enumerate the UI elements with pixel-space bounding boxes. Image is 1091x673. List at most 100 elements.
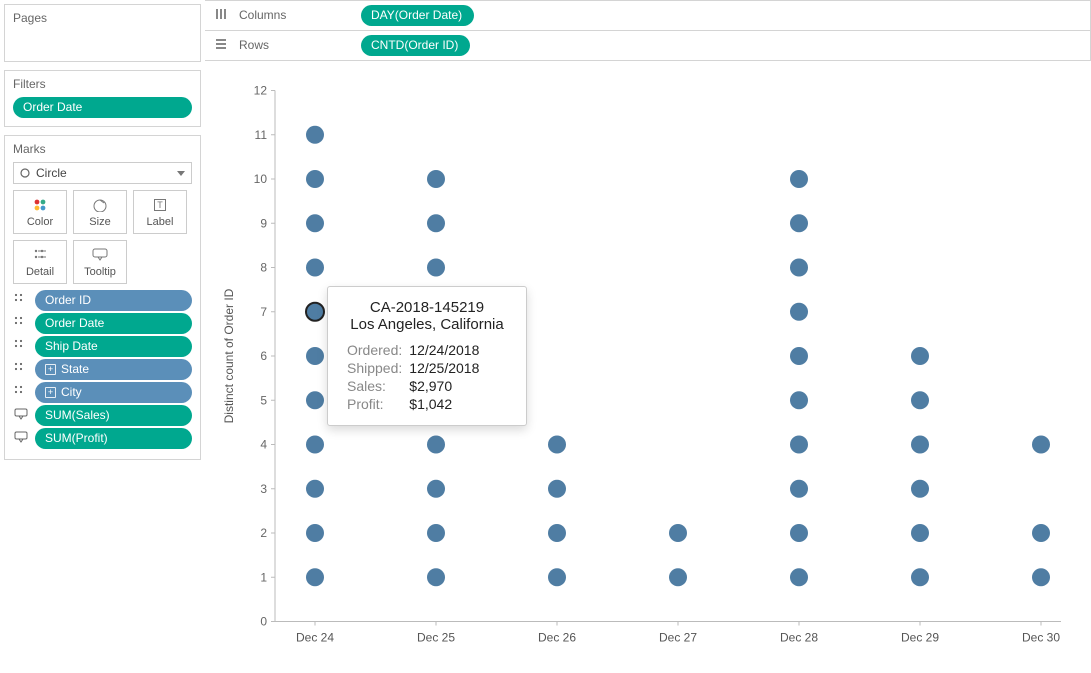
svg-text:9: 9 [260,216,267,230]
svg-text:10: 10 [254,172,268,186]
mark-pill[interactable]: State [35,359,192,380]
chart-point[interactable] [306,170,324,188]
chart-point[interactable] [427,524,445,542]
mark-pill-row: Order Date [13,313,192,334]
chart-point[interactable] [911,480,929,498]
chart-point[interactable] [427,480,445,498]
chart-point[interactable] [669,524,687,542]
marks-panel: Marks Circle Color [4,135,201,460]
chart-point[interactable] [548,436,566,454]
chart-point[interactable] [790,568,808,586]
chart-point[interactable] [911,436,929,454]
chart-point-highlighted[interactable] [306,303,324,321]
svg-text:6: 6 [260,349,267,363]
chart-point[interactable] [427,436,445,454]
mark-size-button[interactable]: Size [73,190,127,234]
chart-point[interactable] [306,524,324,542]
columns-pill[interactable]: DAY(Order Date) [361,5,474,26]
rows-icon [215,38,227,53]
rows-pill[interactable]: CNTD(Order ID) [361,35,470,56]
chart-point[interactable] [548,480,566,498]
circle-icon [20,168,30,178]
detail-icon [13,362,29,377]
chart-point[interactable] [306,214,324,232]
chart-point[interactable] [548,568,566,586]
chart-point[interactable] [790,391,808,409]
mark-pill[interactable]: Ship Date [35,336,192,357]
detail-icon [33,247,47,263]
svg-text:Dec 30: Dec 30 [1022,631,1060,645]
chart-point[interactable] [306,480,324,498]
mark-pill[interactable]: Order Date [35,313,192,334]
chart-point[interactable] [790,524,808,542]
rows-label: Rows [239,38,349,52]
svg-text:8: 8 [260,261,267,275]
chart-point[interactable] [790,436,808,454]
svg-text:0: 0 [260,615,267,629]
svg-text:2: 2 [260,526,267,540]
mark-pill[interactable]: City [35,382,192,403]
filter-pill-order-date[interactable]: Order Date [13,97,192,118]
mark-pill[interactable]: SUM(Sales) [35,405,192,426]
chart-point[interactable] [427,568,445,586]
detail-icon [13,316,29,331]
rows-shelf[interactable]: Rows CNTD(Order ID) [205,31,1091,61]
mark-detail-button[interactable]: Detail [13,240,67,284]
svg-text:7: 7 [260,305,267,319]
chart-point[interactable] [427,170,445,188]
tooltip-row-label: Shipped: [346,359,408,377]
chart-point[interactable] [790,303,808,321]
columns-shelf[interactable]: Columns DAY(Order Date) [205,0,1091,31]
chart-point[interactable] [790,170,808,188]
columns-icon [215,8,227,23]
chart-tooltip: CA-2018-145219 Los Angeles, California O… [327,286,527,426]
svg-text:5: 5 [260,393,267,407]
svg-text:12: 12 [254,84,268,98]
chart-point[interactable] [911,568,929,586]
tooltip-order-id: CA-2018-145219 [346,299,508,316]
tooltip-row-value: 12/24/2018 [408,341,480,359]
tooltip-icon [13,408,29,423]
chart-point[interactable] [306,436,324,454]
mark-tooltip-button[interactable]: Tooltip [73,240,127,284]
chart-point[interactable] [306,391,324,409]
chart-point[interactable] [306,259,324,277]
chart-point[interactable] [790,347,808,365]
chart-point[interactable] [427,214,445,232]
filters-panel: Filters Order Date [4,70,201,127]
chart-point[interactable] [306,126,324,144]
mark-pill-row: City [13,382,192,403]
chart-point[interactable] [306,568,324,586]
tooltip-location: Los Angeles, California [346,316,508,333]
color-icon [33,197,47,213]
chart-point[interactable] [790,214,808,232]
mark-pill[interactable]: Order ID [35,290,192,311]
chart-point[interactable] [790,259,808,277]
chart-point[interactable] [1032,524,1050,542]
mark-color-button[interactable]: Color [13,190,67,234]
detail-icon [13,385,29,400]
tooltip-icon [92,247,108,263]
svg-text:11: 11 [255,128,268,142]
pages-panel: Pages [4,4,201,62]
chart-point[interactable] [669,568,687,586]
mark-pill-row: SUM(Profit) [13,428,192,449]
tooltip-row-value: $1,042 [408,395,480,413]
size-icon [92,197,108,213]
chart-point[interactable] [306,347,324,365]
mark-type-dropdown[interactable]: Circle [13,162,192,184]
chart-point[interactable] [1032,436,1050,454]
mark-pill[interactable]: SUM(Profit) [35,428,192,449]
filters-label: Filters [13,77,192,91]
mark-pill-row: Order ID [13,290,192,311]
chart-point[interactable] [790,480,808,498]
svg-text:Dec 24: Dec 24 [296,631,334,645]
chart-point[interactable] [427,259,445,277]
chart-point[interactable] [548,524,566,542]
chart-point[interactable] [911,391,929,409]
chart-point[interactable] [1032,568,1050,586]
chart-point[interactable] [911,524,929,542]
tooltip-icon [13,431,29,446]
mark-label-button[interactable]: T Label [133,190,187,234]
chart-point[interactable] [911,347,929,365]
